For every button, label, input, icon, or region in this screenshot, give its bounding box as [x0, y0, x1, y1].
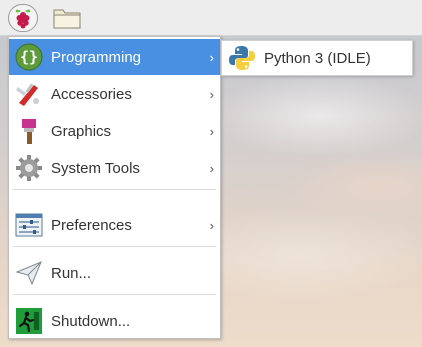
- main-menu-button[interactable]: [8, 4, 38, 32]
- submenu-arrow-icon: ›: [209, 160, 214, 176]
- menu-item-preferences[interactable]: Preferences ›: [9, 207, 220, 243]
- submenu-arrow-icon: ›: [209, 49, 214, 65]
- accessories-icon: [12, 77, 46, 111]
- menu-separator: [13, 294, 216, 295]
- menu-item-system-tools[interactable]: System Tools ›: [9, 150, 220, 186]
- taskbar: [0, 0, 422, 36]
- menu-item-label: System Tools: [51, 159, 140, 177]
- menu-item-label: Preferences: [51, 216, 132, 234]
- menu-item-accessories[interactable]: Accessories ›: [9, 76, 220, 112]
- menu-item-shutdown[interactable]: Shutdown...: [9, 303, 220, 339]
- programming-submenu: Python 3 (IDLE): [221, 40, 413, 76]
- submenu-item-python-label[interactable]: Python 3 (IDLE): [264, 50, 371, 67]
- menu-separator: [13, 189, 216, 190]
- menu-item-label: Shutdown...: [51, 312, 131, 330]
- python-icon: [225, 41, 259, 75]
- shutdown-icon: [12, 304, 46, 338]
- svg-text:{}: {}: [20, 48, 38, 66]
- menu-item-programming[interactable]: {} Programming ›: [9, 39, 220, 75]
- preferences-icon: [12, 208, 46, 242]
- folder-icon: [53, 9, 81, 29]
- main-menu: {} Programming › Accessories › Graphics: [8, 36, 221, 339]
- submenu-arrow-icon: ›: [209, 86, 214, 102]
- menu-separator: [13, 246, 216, 247]
- run-icon: [12, 256, 46, 290]
- menu-item-label: Programming: [51, 48, 142, 66]
- submenu-arrow-icon: ›: [209, 123, 214, 139]
- menu-item-graphics[interactable]: Graphics ›: [9, 113, 220, 149]
- programming-icon: {}: [12, 40, 46, 74]
- raspberry-pi-icon: [15, 9, 31, 29]
- system-tools-icon: [12, 151, 46, 185]
- menu-item-label: Accessories: [51, 85, 132, 103]
- file-manager-button[interactable]: [52, 4, 82, 32]
- submenu-arrow-icon: ›: [209, 217, 214, 233]
- menu-item-label: Graphics: [51, 122, 112, 140]
- menu-item-label: Run...: [51, 264, 92, 282]
- graphics-icon: [12, 114, 46, 148]
- menu-item-run[interactable]: Run...: [9, 255, 220, 291]
